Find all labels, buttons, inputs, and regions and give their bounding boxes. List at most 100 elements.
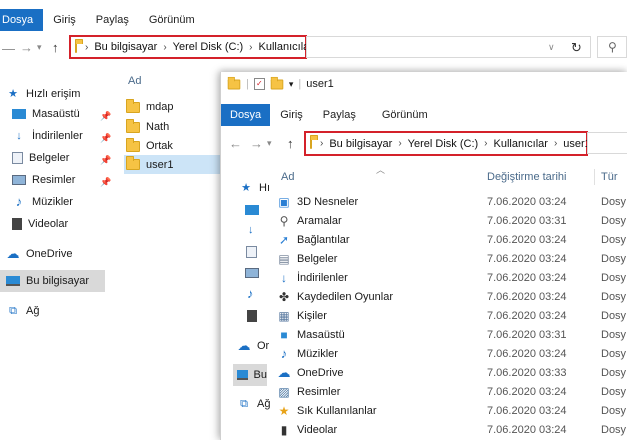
table-row[interactable]: ★ Sık Kullanılanlar 7.06.2020 03:24 Dosy: [277, 402, 627, 420]
breadcrumb-this-pc[interactable]: Bu bilgisayar: [94, 41, 157, 53]
pin-icon[interactable]: 📌: [100, 177, 111, 188]
list-item[interactable]: mdap: [126, 98, 220, 116]
pin-icon[interactable]: 📌: [100, 133, 111, 144]
table-row[interactable]: ✤ Kaydedilen Oyunlar 7.06.2020 03:24 Dosy: [277, 288, 627, 306]
row-type: Dosy: [601, 196, 627, 208]
table-row[interactable]: ■ Masaüstü 7.06.2020 03:31 Dosy: [277, 326, 627, 344]
recent-chevron-icon[interactable]: ▾: [37, 42, 42, 53]
nav-item-music[interactable]: ♪ Müzikler: [12, 194, 73, 209]
table-row[interactable]: ⚲ Aramalar 7.06.2020 03:31 Dosy: [277, 212, 627, 230]
table-row[interactable]: ➚ Bağlantılar 7.06.2020 03:24 Dosy: [277, 231, 627, 249]
forward-arrow-icon[interactable]: →: [20, 40, 33, 55]
list-item-selected[interactable]: user1: [124, 155, 220, 174]
nav-item-pictures[interactable]: Resimler: [12, 174, 75, 186]
address-bar-extension[interactable]: [587, 132, 627, 154]
folder-icon: [126, 137, 140, 152]
nav-network[interactable]: ⧉ Ağ: [6, 305, 39, 317]
up-arrow-icon[interactable]: ↑: [52, 40, 59, 55]
search-box[interactable]: ⚲: [597, 36, 627, 58]
properties-icon[interactable]: ✓: [253, 78, 265, 90]
back-arrow-icon[interactable]: ←: [229, 136, 242, 151]
recent-chevron-icon[interactable]: ▾: [267, 138, 272, 149]
nav-quick-access[interactable]: ★ Hı: [239, 182, 270, 194]
breadcrumb-users[interactable]: Kullanıcılar: [259, 41, 313, 53]
nav-onedrive[interactable]: ☁ Or: [237, 339, 270, 352]
nav-item-desktop[interactable]: Masaüstü: [12, 108, 80, 120]
tab-file[interactable]: Dosya: [0, 9, 44, 31]
table-row[interactable]: ♪ Müzikler 7.06.2020 03:24 Dosy: [277, 345, 627, 363]
row-name-cell: ▮ Videolar: [277, 424, 337, 436]
column-header-name[interactable]: Ad: [281, 171, 294, 183]
pin-icon[interactable]: 📌: [100, 111, 111, 122]
download-icon[interactable]: ↓: [248, 224, 254, 236]
list-item[interactable]: Nath: [126, 118, 220, 136]
nav-network[interactable]: ⧉ Ağ: [237, 398, 270, 410]
breadcrumb-separator[interactable]: ›: [249, 42, 252, 53]
pin-icon[interactable]: 📌: [100, 155, 111, 166]
video-icon[interactable]: [247, 310, 257, 322]
nav-item-documents[interactable]: Belgeler: [12, 152, 69, 164]
table-row[interactable]: ▦ Kişiler 7.06.2020 03:24 Dosy: [277, 307, 627, 325]
row-date: 7.06.2020 03:31: [487, 329, 567, 341]
nav-onedrive[interactable]: ☁ OneDrive: [6, 247, 73, 260]
breadcrumb-separator[interactable]: ›: [163, 42, 166, 53]
tab-view[interactable]: Görünüm: [366, 104, 438, 126]
network-icon: ⧉: [9, 305, 17, 317]
folder-icon: [126, 118, 140, 133]
nav-item-videos[interactable]: Videolar: [12, 218, 68, 230]
table-row[interactable]: ▮ Videolar 7.06.2020 03:24 Dosy: [277, 421, 627, 439]
address-bar[interactable]: › Bu bilgisayar › Yerel Disk (C:) › Kull…: [69, 35, 313, 59]
up-arrow-icon[interactable]: ↑: [287, 136, 294, 151]
nav-this-pc[interactable]: Bu bilgisayar: [0, 270, 105, 292]
refresh-icon[interactable]: ↻: [571, 40, 582, 56]
new-folder-icon[interactable]: [270, 76, 284, 89]
table-row[interactable]: ▤ Belgeler 7.06.2020 03:24 Dosy: [277, 250, 627, 268]
table-row[interactable]: ▣ 3D Nesneler 7.06.2020 03:24 Dosy: [277, 193, 627, 211]
document-icon[interactable]: [246, 246, 257, 258]
breadcrumb-local-disk[interactable]: Yerel Disk (C:): [173, 41, 244, 53]
back-arrow-icon[interactable]: —: [2, 41, 15, 56]
row-date: 7.06.2020 03:31: [487, 215, 567, 227]
tab-view[interactable]: Görünüm: [139, 9, 205, 31]
folder-name: Nath: [146, 121, 170, 133]
breadcrumb-separator[interactable]: ›: [554, 138, 557, 149]
tab-file[interactable]: Dosya: [221, 104, 271, 126]
column-header-type[interactable]: Tür: [601, 171, 618, 183]
tab-share[interactable]: Paylaş: [86, 9, 139, 31]
music-icon: ♪: [15, 194, 23, 209]
explorer-window-front: | ✓ ▾ | user1 Dosya Giriş Paylaş Görünüm…: [220, 72, 627, 440]
tab-share[interactable]: Paylaş: [313, 104, 366, 126]
network-icon: ⧉: [240, 398, 248, 410]
address-bar[interactable]: › Bu bilgisayar › Yerel Disk (C:) › Kull…: [304, 131, 591, 156]
table-row[interactable]: ↓ İndirilenler 7.06.2020 03:24 Dosy: [277, 269, 627, 287]
contacts-icon: ▦: [278, 309, 290, 323]
address-dropdown-icon[interactable]: ∨: [548, 42, 555, 53]
desktop-icon[interactable]: [245, 205, 259, 215]
table-row[interactable]: ▨ Resimler 7.06.2020 03:24 Dosy: [277, 383, 627, 401]
list-item[interactable]: Ortak: [126, 137, 220, 155]
breadcrumb-local-disk[interactable]: Yerel Disk (C:): [408, 138, 479, 150]
pictures-icon[interactable]: [245, 268, 259, 278]
column-divider[interactable]: [594, 169, 595, 185]
nav-item-downloads[interactable]: ↓ İndirilenler: [12, 130, 83, 142]
breadcrumb-users[interactable]: Kullanıcılar: [494, 138, 548, 150]
forward-arrow-icon[interactable]: →: [250, 136, 263, 151]
nav-this-pc[interactable]: Bu: [233, 364, 267, 386]
table-row[interactable]: ☁ OneDrive 7.06.2020 03:33 Dosy: [277, 364, 627, 382]
quick-access-toolbar-dropdown-icon[interactable]: ▾: [289, 79, 294, 90]
breadcrumb-separator[interactable]: ›: [484, 138, 487, 149]
tab-home[interactable]: Giriş: [270, 104, 313, 126]
tab-home[interactable]: Giriş: [43, 9, 86, 31]
column-header-date[interactable]: Değiştirme tarihi: [487, 171, 566, 183]
column-header-name[interactable]: Ad: [128, 75, 141, 87]
nav-quick-access[interactable]: ★ Hızlı erişim: [6, 88, 80, 100]
ribbon-tabs: Dosya Giriş Paylaş Görünüm: [221, 104, 438, 126]
breadcrumb-this-pc[interactable]: Bu bilgisayar: [329, 138, 392, 150]
row-date: 7.06.2020 03:24: [487, 386, 567, 398]
music-icon[interactable]: ♪: [247, 286, 254, 301]
breadcrumb-separator[interactable]: ›: [320, 138, 323, 149]
breadcrumb-separator[interactable]: ›: [85, 42, 88, 53]
row-name: Bağlantılar: [297, 234, 350, 246]
row-type: Dosy: [601, 291, 627, 303]
breadcrumb-separator[interactable]: ›: [398, 138, 401, 149]
